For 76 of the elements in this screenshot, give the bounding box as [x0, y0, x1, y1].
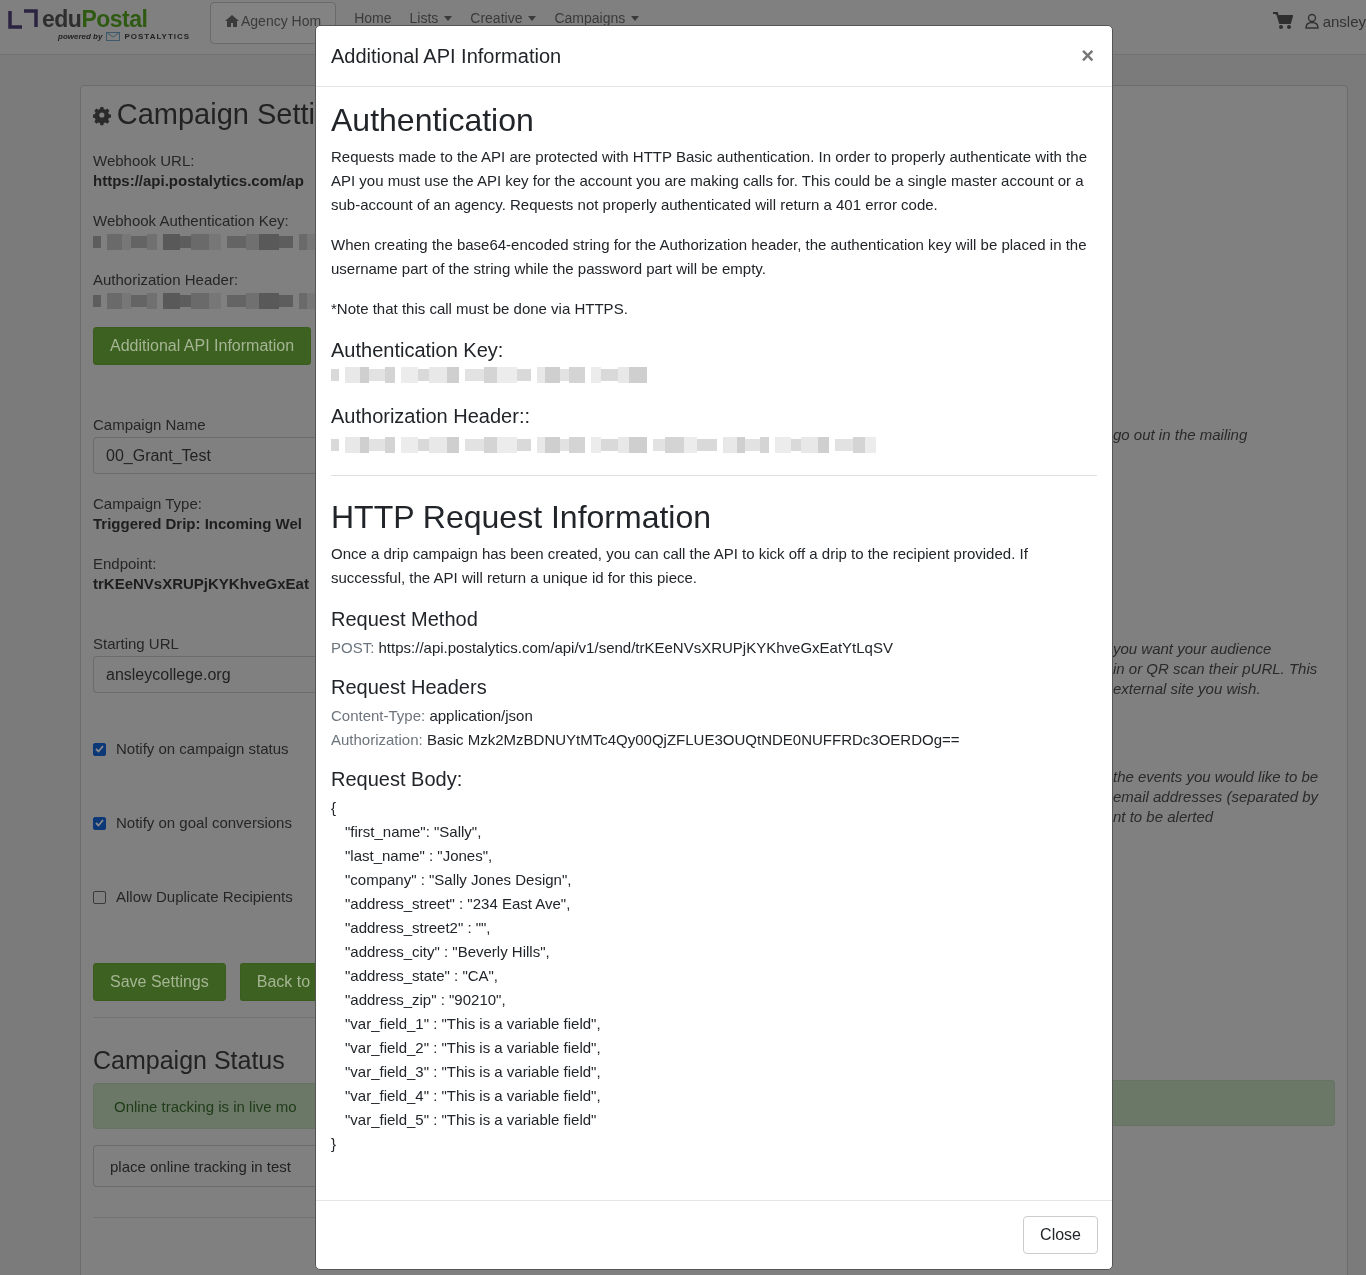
text-field[interactable]: 00_Grant_Test	[93, 437, 315, 474]
field-value: trKEeNVsXRUPjKYKhveGxEat	[93, 574, 310, 594]
code-line: "var_field_3" : "This is a variable field",	[344, 1062, 602, 1082]
checkbox-label: Notify on campaign status	[116, 739, 289, 759]
code-line: "company" : "Sally Jones Design",	[344, 870, 573, 890]
field-label: Campaign Type:	[93, 494, 203, 514]
header-line: Content-Type: application/json	[331, 706, 534, 726]
paragraph: Requests made to the API are protected with HTTP Basic authentication. In order to properly authenticate with the API you must use the API key for the account you are making calls for. This could be a single master account or a sub-account of an agency. Requests not properly authenticated will return a 401 error code.	[331, 147, 1088, 215]
subheading: Authentication Key:	[331, 338, 505, 363]
help-text: the events you would like to be email addresses (separated by nt to be alerted	[1113, 767, 1320, 827]
close-button[interactable]: ×	[1077, 43, 1098, 69]
field-label: Endpoint:	[93, 554, 158, 574]
checkbox-label: Notify on goal conversions	[116, 813, 292, 833]
user-menu[interactable]: ansley	[1304, 12, 1366, 30]
code-line: {	[331, 798, 337, 818]
dialog-title: Additional API Information	[331, 44, 562, 68]
card-title: Campaign Setti	[93, 98, 315, 131]
field-label: Campaign Name	[93, 415, 207, 435]
logo-tagline: powered by	[58, 32, 103, 41]
envelope-icon	[106, 32, 121, 41]
nav-dropdown[interactable]: Campaigns	[554, 10, 640, 26]
test-mode-button[interactable]: place online tracking in test	[93, 1145, 315, 1187]
cart-icon	[1272, 12, 1293, 30]
caret-icon	[631, 15, 640, 21]
code-line: "address_state" : "CA",	[344, 966, 500, 986]
code-line: "address_zip" : "90210",	[344, 990, 507, 1010]
code-line: "var_field_2" : "This is a variable field",	[344, 1038, 602, 1058]
nav-dropdown[interactable]: Lists	[409, 10, 453, 26]
field-label: Starting URL	[93, 634, 180, 654]
logo-brand: POSTALYTICS	[124, 32, 191, 41]
code-line: "address_street2" : "",	[344, 918, 492, 938]
section-heading: HTTP Request Information	[331, 498, 712, 536]
user-icon	[1304, 13, 1319, 29]
checkbox-label: Allow Duplicate Recipients	[116, 887, 293, 907]
code-line: "address_street" : "234 East Ave",	[344, 894, 572, 914]
help-text: you want your audience in or QR scan their pURL. This external site you wish.	[1113, 639, 1319, 699]
field-value: Triggered Drip: Incoming Wel	[93, 514, 303, 534]
paragraph: Once a drip campaign has been created, you can call the API to kick off a drip to the recipient provided. If successful, the API will return a unique id for this piece.	[331, 544, 1029, 588]
subheading: Authorization Header::	[331, 404, 531, 429]
nav-link[interactable]: Home	[354, 10, 392, 26]
subheading: Request Method	[331, 607, 479, 632]
section-heading: Authentication	[331, 101, 535, 139]
text-field[interactable]: ansleycollege.org	[93, 656, 315, 693]
code-line: "var_field_5" : "This is a variable field"	[344, 1110, 598, 1130]
logo-wordmark: eduPostal	[42, 6, 148, 32]
caret-icon	[444, 15, 453, 21]
request-method: POST: https://api.postalytics.com/api/v1/send/trKEeNVsXRUPjKYKhveGxEatYtLqSV	[331, 638, 894, 658]
code-line: "address_city" : "Beverly Hills",	[344, 942, 551, 962]
info-label: Authorization Header:	[93, 270, 240, 290]
subheading: Request Headers	[331, 675, 488, 700]
code-line: "var_field_4" : "This is a variable field",	[344, 1086, 602, 1106]
info-value: https://api.postalytics.com/ap	[93, 171, 305, 191]
info-label: Webhook Authentication Key:	[93, 211, 290, 231]
paragraph: When creating the base64-encoded string for the Authorization header, the authentication key will be placed in the username part of the string while the password part will be empty.	[331, 235, 1088, 279]
code-line: }	[331, 1134, 337, 1154]
subheading: Request Body:	[331, 767, 464, 792]
checkbox[interactable]	[93, 890, 106, 904]
section-heading: Campaign Status	[93, 1046, 286, 1075]
caret-icon	[528, 15, 537, 21]
checkbox[interactable]	[93, 742, 106, 756]
header-line: Authorization: Basic Mzk2MzBDNUYtMTc4Qy00QjZFLUE3OUQtNDE0NUFFRDc3OERDOg==	[331, 730, 961, 750]
paragraph: *Note that this call must be done via HTTPS.	[331, 299, 629, 319]
code-line: "var_field_1" : "This is a variable field",	[344, 1014, 602, 1034]
help-text: go out in the mailing	[1113, 425, 1249, 445]
code-line: "first_name": "Sally",	[344, 822, 483, 842]
logo-mark-icon	[8, 9, 38, 29]
api-info-button[interactable]: Additional API Information	[93, 327, 312, 365]
close-button[interactable]: Close	[1023, 1216, 1098, 1254]
checkbox[interactable]	[93, 816, 106, 830]
code-line: "last_name" : "Jones",	[344, 846, 494, 866]
status-alert: Online tracking is in live mo	[93, 1083, 315, 1129]
home-icon	[225, 15, 239, 27]
save-button[interactable]: Save Settings	[93, 963, 226, 1001]
nav-dropdown[interactable]: Creative	[470, 10, 537, 26]
info-label: Webhook URL:	[93, 151, 196, 171]
nav-button[interactable]: Agency Hom	[210, 2, 337, 44]
